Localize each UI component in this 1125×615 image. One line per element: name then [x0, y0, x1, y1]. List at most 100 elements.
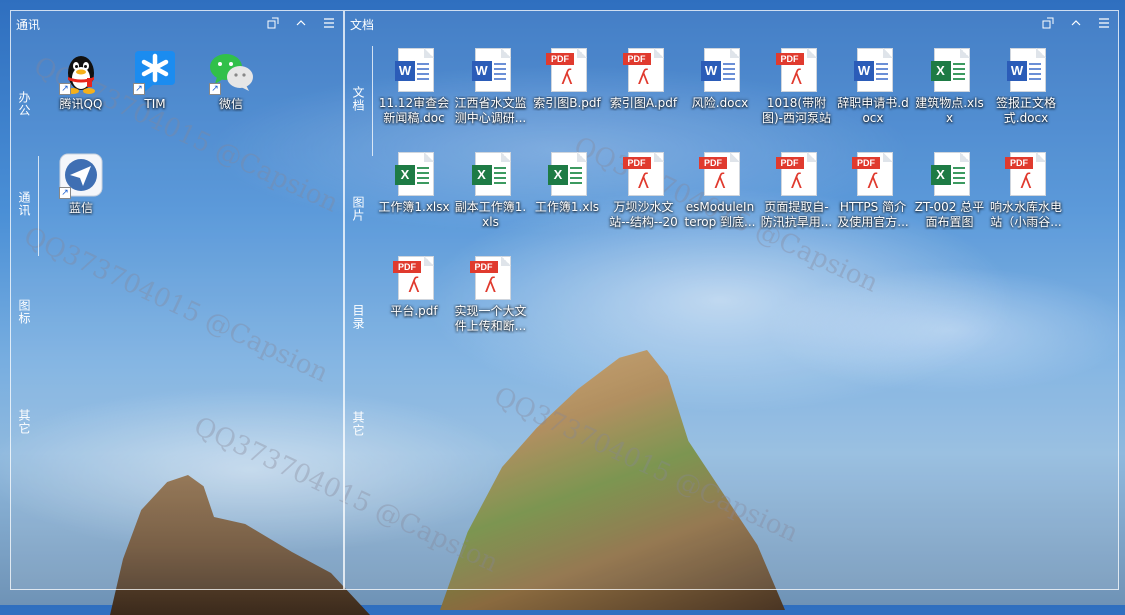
- word-file-icon: W: [390, 46, 438, 94]
- file-item[interactable]: W 辞职申请书.docx: [835, 46, 911, 126]
- app-wechat[interactable]: ↗ 微信: [193, 47, 269, 112]
- pdf-file-icon: PDF ʎ: [696, 150, 744, 198]
- file-item[interactable]: PDF ʎ 响水水库水电站（小雨谷...: [988, 150, 1064, 230]
- tab-other[interactable]: 其它: [15, 409, 33, 435]
- file-item[interactable]: PDFʎ万坝沙水文站--结构--202...: [606, 150, 682, 230]
- excel-file-icon: X: [926, 150, 974, 198]
- pdf-file-icon: PDF ʎ: [467, 254, 515, 302]
- pdf-file-icon: PDF ʎ: [849, 150, 897, 198]
- right-vertical-tabs: 文档 图片 目录 其它: [345, 41, 373, 589]
- panel-controls: [1040, 15, 1112, 31]
- pdf-file-icon: PDF ʎ: [543, 46, 591, 94]
- shortcut-arrow-icon: ↗: [209, 83, 221, 95]
- file-label: 工作簿1.xlsx: [378, 200, 450, 214]
- tim-icon: ↗: [131, 47, 179, 95]
- file-item[interactable]: X 副本工作簿1.xls: [453, 150, 529, 230]
- popout-icon[interactable]: [1040, 15, 1056, 31]
- wechat-icon: ↗: [207, 47, 255, 95]
- file-item[interactable]: XZT-002 总平面布置图(华...: [912, 150, 988, 230]
- file-label: HTTPS 简介及使用官方...: [837, 200, 909, 229]
- file-label: 索引图A.pdf: [609, 96, 678, 110]
- app-label: TIM: [144, 97, 166, 111]
- app-label: 腾讯QQ: [59, 97, 103, 111]
- file-label: 页面提取自-防汛抗旱用...: [760, 200, 833, 229]
- shortcut-arrow-icon: ↗: [59, 83, 71, 95]
- panel-title: 文档: [350, 18, 375, 32]
- active-tab-indicator: [38, 156, 39, 256]
- lanxin-icon: ↗: [57, 151, 105, 199]
- word-file-icon: W: [849, 46, 897, 94]
- pdf-file-icon: PDF ʎ: [1002, 150, 1050, 198]
- file-label: 1018(带附图)-西河泵站工...: [761, 96, 831, 125]
- excel-file-icon: X: [543, 150, 591, 198]
- word-file-icon: W: [467, 46, 515, 94]
- tab-other[interactable]: 其它: [349, 411, 367, 437]
- file-item[interactable]: PDF ʎ 索引图A.pdf: [606, 46, 682, 111]
- file-label: 索引图B.pdf: [533, 96, 601, 110]
- file-item[interactable]: W 风险.docx: [682, 46, 758, 111]
- file-label: 万坝沙水文站--结构--202...: [609, 200, 678, 229]
- file-item[interactable]: PDF ʎ 索引图B.pdf: [529, 46, 605, 111]
- app-tim[interactable]: ↗ TIM: [117, 47, 193, 112]
- app-lanxin[interactable]: ↗ 蓝信: [43, 151, 119, 216]
- file-item[interactable]: X 工作簿1.xls: [529, 150, 605, 215]
- panel-header: 文档: [345, 11, 1118, 37]
- communication-panel: 通讯 办公 通讯 图标 其它 ↗ 腾讯QQ ↗ TIM ↗ 微信 ↗ 蓝信: [10, 10, 344, 590]
- file-label: 签报正文格式.docx: [995, 96, 1056, 125]
- file-item[interactable]: PDF ʎ 平台.pdf: [376, 254, 452, 319]
- app-label: 微信: [218, 97, 243, 111]
- file-item[interactable]: PDF ʎ 页面提取自-防汛抗旱用...: [759, 150, 835, 230]
- file-label: 副本工作簿1.xls: [454, 200, 527, 229]
- file-item[interactable]: W 11.12审查会新闻稿.doc: [376, 46, 452, 126]
- documents-panel: 文档 文档 图片 目录 其它 W 11.12审查会新闻稿.doc W 江西省水文监测中…: [344, 10, 1119, 590]
- file-item[interactable]: W 签报正文格式.docx: [988, 46, 1064, 126]
- file-label: 工作簿1.xls: [534, 200, 600, 214]
- app-label: 蓝信: [68, 201, 93, 215]
- tab-images[interactable]: 图片: [349, 196, 367, 222]
- file-item[interactable]: PDFʎ1018(带附图)-西河泵站工...: [759, 46, 835, 126]
- file-label: 11.12审查会新闻稿.doc: [378, 96, 450, 125]
- file-item[interactable]: X 建筑物点.xlsx: [912, 46, 988, 126]
- panel-title: 通讯: [16, 18, 41, 32]
- active-tab-indicator: [372, 46, 373, 156]
- file-label: 建筑物点.xlsx: [915, 96, 984, 125]
- pdf-file-icon: PDF ʎ: [390, 254, 438, 302]
- menu-icon[interactable]: [321, 15, 337, 31]
- shortcut-arrow-icon: ↗: [133, 83, 145, 95]
- qq-icon: ↗: [57, 47, 105, 95]
- file-label: 辞职申请书.docx: [837, 96, 909, 125]
- file-item[interactable]: X 工作簿1.xlsx: [376, 150, 452, 215]
- pdf-file-icon: PDF ʎ: [773, 150, 821, 198]
- pdf-file-icon: PDF ʎ: [620, 46, 668, 94]
- word-file-icon: W: [696, 46, 744, 94]
- popout-icon[interactable]: [265, 15, 281, 31]
- file-item[interactable]: PDF ʎ HTTPS 简介及使用官方...: [835, 150, 911, 230]
- pdf-file-icon: PDF ʎ: [620, 150, 668, 198]
- file-label: 平台.pdf: [390, 304, 438, 318]
- file-label: 风险.docx: [691, 96, 749, 110]
- tab-icons[interactable]: 图标: [15, 299, 33, 325]
- tab-communication[interactable]: 通讯: [15, 191, 33, 217]
- menu-icon[interactable]: [1096, 15, 1112, 31]
- collapse-icon[interactable]: [1068, 15, 1084, 31]
- app-qq[interactable]: ↗ 腾讯QQ: [43, 47, 119, 112]
- excel-file-icon: X: [390, 150, 438, 198]
- file-item[interactable]: W 江西省水文监测中心调研...: [453, 46, 529, 126]
- file-item[interactable]: PDF ʎ 实现一个大文件上传和断...: [453, 254, 529, 334]
- file-label: ZT-002 总平面布置图(华...: [914, 200, 985, 229]
- excel-file-icon: X: [467, 150, 515, 198]
- excel-file-icon: X: [926, 46, 974, 94]
- shortcut-arrow-icon: ↗: [59, 187, 71, 199]
- pdf-file-icon: PDF ʎ: [773, 46, 821, 94]
- file-label: 实现一个大文件上传和断...: [454, 304, 527, 333]
- file-label: 响水水库水电站（小雨谷...: [990, 200, 1063, 229]
- panel-header: 通讯: [11, 11, 343, 37]
- tab-office[interactable]: 办公: [15, 91, 33, 117]
- tab-documents[interactable]: 文档: [349, 86, 367, 112]
- file-label: 江西省水文监测中心调研...: [454, 96, 527, 125]
- word-file-icon: W: [1002, 46, 1050, 94]
- collapse-icon[interactable]: [293, 15, 309, 31]
- file-item[interactable]: PDF ʎ esModuleInterop 到底...: [682, 150, 758, 230]
- file-label: esModuleInterop 到底...: [684, 200, 756, 229]
- tab-directory[interactable]: 目录: [349, 304, 367, 330]
